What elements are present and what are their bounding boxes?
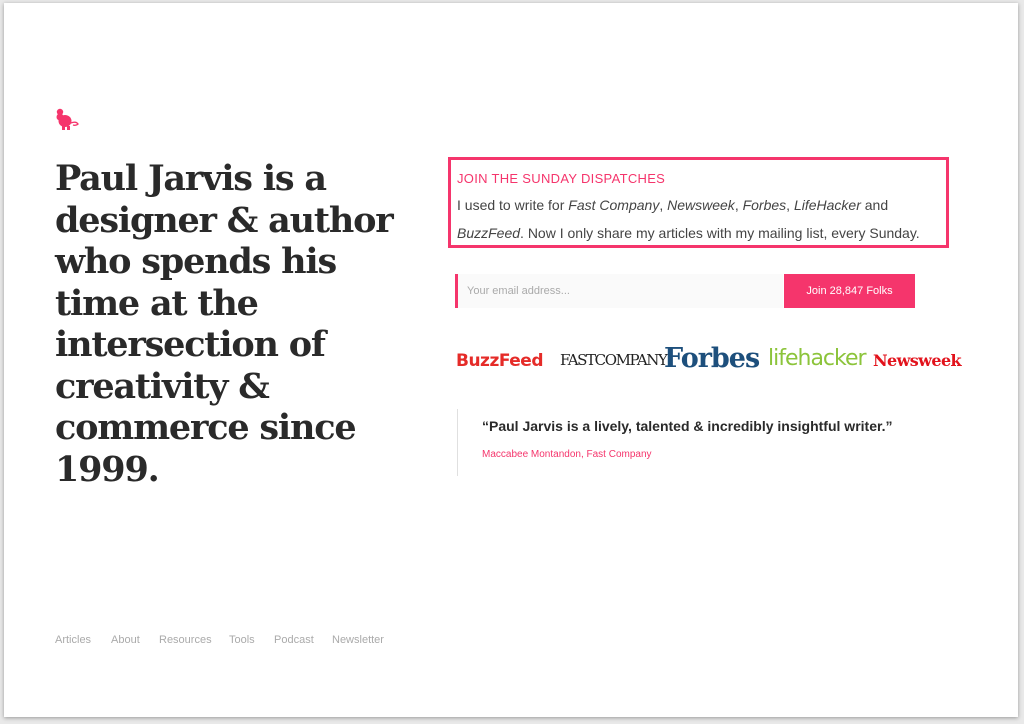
join-button[interactable]: Join 28,847 Folks [784, 274, 915, 308]
description-text: , [786, 197, 794, 213]
headline-line: time at the [55, 282, 259, 324]
footer-link-about[interactable]: About [111, 634, 140, 646]
headline-line: intersection of [55, 324, 326, 365]
headline-line: 1999. [55, 448, 160, 490]
newsletter-callout: JOIN THE SUNDAY DISPATCHES I used to wri… [448, 157, 949, 248]
forbes-logo: Forbes [664, 343, 760, 374]
footer-link-articles[interactable]: Articles [55, 634, 91, 646]
headline-line: designer & author [55, 199, 394, 241]
publication-name: BuzzFeed [457, 225, 521, 241]
testimonial-quote: “Paul Jarvis is a lively, talented & inc… [482, 418, 893, 434]
testimonial-source: Maccabee Montandon, Fast Company [482, 449, 652, 460]
description-text: and [860, 197, 889, 213]
publication-name: Fast Company [568, 197, 660, 213]
testimonial: “Paul Jarvis is a lively, talented & inc… [457, 409, 928, 476]
lifehacker-logo: lifehacker [768, 346, 867, 371]
publication-name: Forbes [742, 197, 787, 213]
newsweek-logo: Newsweek [873, 351, 962, 370]
buzzfeed-logo: BuzzFeed [456, 351, 544, 371]
publication-name: Newsweek [667, 197, 735, 213]
hero-headline: Paul Jarvis is a designer & author who s… [55, 158, 395, 490]
fastcompany-logo: FASTCOMPANY [560, 351, 668, 369]
newsletter-title: JOIN THE SUNDAY DISPATCHES [457, 171, 666, 186]
description-text: . Now I only share my articles with my m… [520, 225, 920, 241]
mouse-icon[interactable] [54, 107, 80, 131]
description-text: I used to write for [457, 197, 569, 213]
newsletter-description: I used to write for Fast Company, Newswe… [457, 191, 940, 247]
footer-link-tools[interactable]: Tools [229, 634, 255, 646]
headline-line: Paul Jarvis is a [55, 158, 327, 199]
email-field[interactable] [455, 274, 783, 308]
footer-link-newsletter[interactable]: Newsletter [332, 634, 384, 646]
footer-link-podcast[interactable]: Podcast [274, 634, 314, 646]
description-text: , [734, 197, 743, 213]
headline-line: who spends his [55, 241, 337, 282]
page: Paul Jarvis is a designer & author who s… [4, 3, 1018, 717]
headline-line: commerce since [55, 407, 357, 448]
description-text: , [659, 197, 668, 213]
headline-line: creativity & [55, 365, 270, 407]
publication-name: LifeHacker [793, 197, 861, 213]
footer-link-resources[interactable]: Resources [159, 634, 212, 646]
